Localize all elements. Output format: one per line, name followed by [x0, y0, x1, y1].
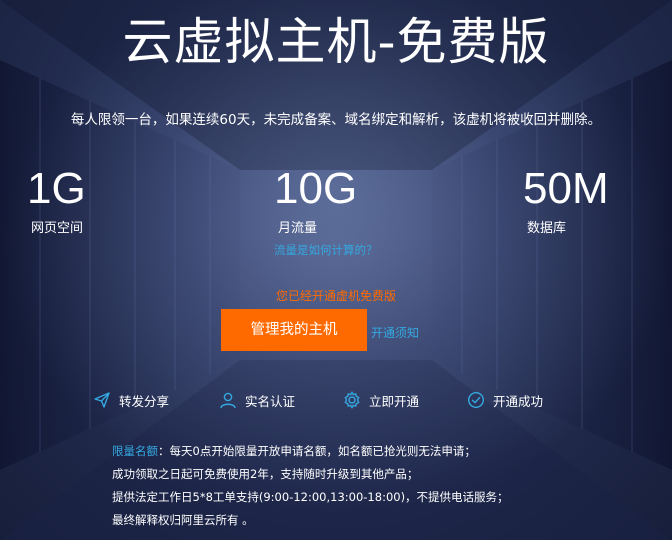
rules-list: 限量名额：每天0点开始限量开放申请名额，如名额已抢光则无法申请； 成功领取之日起…	[112, 440, 509, 532]
user-icon	[220, 392, 236, 409]
step-activate-label: 立即开通	[369, 393, 420, 409]
step-success: 开通成功	[467, 388, 543, 412]
rule-line-3: 提供法定工作日5*8工单支持(9:00-12:00,13:00-18:00)，不…	[112, 490, 509, 504]
page-title: 云虚拟主机-免费版	[122, 13, 550, 71]
step-activate: 立即开通	[343, 388, 419, 412]
stat-database-value: 50M	[523, 164, 609, 213]
step-verify: 实名认证	[219, 388, 295, 412]
rule-line-2: 成功领取之日起可免费使用2年，支持随时升级到其他产品；	[112, 467, 419, 481]
stat-traffic-label: 月流量	[278, 221, 318, 236]
rule-line-1-text: ：每天0点开始限量开放申请名额，如名额已抢光则无法申请；	[158, 444, 476, 458]
traffic-calc-link[interactable]: 流量是如何计算的？	[274, 242, 378, 258]
stat-database: 50M 数据库	[523, 164, 609, 237]
stat-disk-value: 1G	[27, 164, 86, 213]
activation-notice: 您已经开通虚机免费版	[275, 289, 396, 303]
stat-traffic: 10G 月流量 流量是如何计算的？	[274, 165, 378, 258]
manage-host-button[interactable]: 管理我的主机	[221, 309, 367, 351]
send-icon	[94, 392, 110, 408]
stat-disk-label: 网页空间	[31, 221, 84, 236]
gear-icon	[344, 391, 360, 409]
step-share-label: 转发分享	[119, 393, 170, 409]
stat-database-label: 数据库	[527, 221, 567, 236]
step-success-label: 开通成功	[493, 393, 544, 409]
stat-traffic-value: 10G	[274, 164, 358, 213]
rule-line-4: 最终解释权归阿里云所有 。	[112, 513, 254, 527]
stat-disk: 1G 网页空间	[27, 164, 86, 237]
step-verify-label: 实名认证	[245, 393, 296, 409]
rule-highlight: 限量名额	[112, 444, 158, 458]
step-share: 转发分享	[93, 388, 169, 412]
activation-help-link[interactable]: 开通须知	[371, 324, 419, 341]
rule-line-1: 限量名额：每天0点开始限量开放申请名额，如名额已抢光则无法申请；	[112, 440, 509, 463]
page-subtitle: 每人限领一台，如果连续60天，未完成备案、域名绑定和解析，该虚机将被收回并删除。	[70, 112, 602, 128]
check-circle-icon	[467, 391, 485, 409]
